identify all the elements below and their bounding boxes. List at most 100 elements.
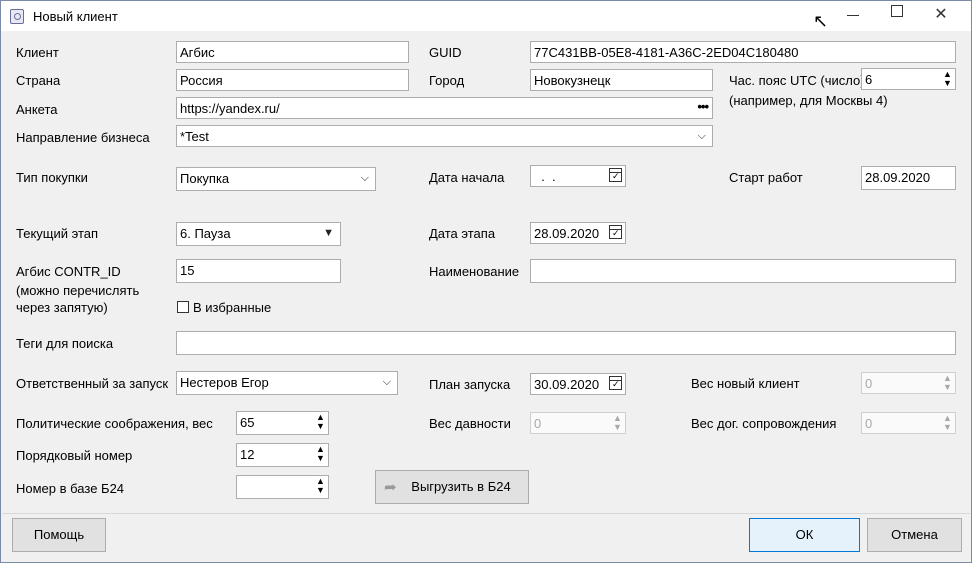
city-label: Город (429, 73, 465, 88)
timezone-value: 6 (865, 72, 873, 87)
launch-plan-value: 30.09.2020 (534, 377, 600, 392)
contr-id-input[interactable]: 15 (176, 259, 341, 283)
b24-number-label: Номер в базе Б24 (16, 481, 125, 496)
survey-value: https://yandex.ru/ (180, 101, 280, 116)
political-value: 65 (240, 415, 255, 430)
close-button[interactable]: ✕ (919, 1, 963, 31)
weight-age-stepper: 0 ▲ ▼ (530, 412, 626, 434)
ordinal-stepper[interactable]: 12 ▲ ▼ (236, 443, 329, 467)
favorite-checkbox[interactable] (177, 301, 189, 313)
spin-buttons[interactable]: ▲ ▼ (314, 476, 326, 496)
spin-buttons[interactable]: ▲ ▼ (314, 444, 326, 464)
guid-label: GUID (429, 45, 462, 60)
export-b24-button[interactable]: ➦ Выгрузить в Б24 (375, 470, 529, 504)
weight-new-label: Вес новый клиент (691, 376, 800, 391)
client-input[interactable]: Агбис (176, 41, 409, 63)
client-label: Клиент (16, 45, 59, 60)
new-client-dialog: Новый клиент ✕ ↖ Клиент Агбис GUID 77C43… (0, 0, 972, 563)
export-b24-label: Выгрузить в Б24 (411, 479, 511, 494)
calendar-icon[interactable] (609, 168, 622, 182)
responsible-select[interactable]: Нестеров Егор ⌵ (176, 371, 398, 395)
start-date-label: Дата начала (429, 170, 505, 185)
tags-label: Теги для поиска (16, 336, 114, 351)
purchase-type-select[interactable]: Покупка ⌵ (176, 167, 376, 191)
contr-id-hint-1: (можно перечислять (16, 283, 140, 298)
city-input[interactable]: Новокузнецк (530, 69, 713, 91)
business-select[interactable]: *Test ⌵ (176, 125, 713, 147)
spin-down-icon: ▼ (943, 382, 952, 392)
survey-input[interactable]: https://yandex.ru/ ••• (176, 97, 713, 119)
responsible-value: Нестеров Егор (180, 375, 269, 390)
responsible-label: Ответственный за запуск (16, 376, 169, 391)
current-stage-label: Текущий этап (16, 226, 99, 241)
window-title: Новый клиент (33, 9, 118, 24)
weight-contract-value: 0 (865, 416, 873, 431)
favorite-label: В избранные (193, 300, 272, 315)
weight-contract-label: Вес дог. сопровождения (691, 416, 837, 431)
help-button[interactable]: Помощь (12, 518, 106, 552)
weight-new-value: 0 (865, 376, 873, 391)
weight-new-stepper: 0 ▲ ▼ (861, 372, 956, 394)
weight-age-label: Вес давности (429, 416, 511, 431)
browse-button[interactable]: ••• (697, 99, 709, 114)
start-date-value: . . (534, 169, 556, 184)
contr-id-label: Агбис CONTR_ID (16, 264, 121, 279)
b24-number-stepper[interactable]: ▲ ▼ (236, 475, 329, 499)
guid-input[interactable]: 77C431BB-05E8-4181-A36C-2ED04C180480 (530, 41, 956, 63)
dropdown-arrow-icon: ▼ (323, 227, 334, 239)
stage-date-label: Дата этапа (429, 226, 496, 241)
spin-down-icon[interactable]: ▼ (943, 79, 952, 88)
ordinal-value: 12 (240, 447, 255, 462)
contr-id-hint-2: через запятую) (16, 300, 108, 315)
country-input[interactable]: Россия (176, 69, 409, 91)
cancel-button[interactable]: Отмена (867, 518, 962, 552)
footer-divider (2, 513, 970, 514)
maximize-button[interactable] (875, 1, 919, 31)
work-start-label: Старт работ (729, 170, 803, 185)
spin-down-icon: ▼ (613, 422, 622, 432)
tags-input[interactable] (176, 331, 956, 355)
app-icon (10, 9, 24, 24)
stage-date-picker[interactable]: 28.09.2020 (530, 222, 626, 244)
chevron-down-icon: ⌵ (697, 130, 706, 142)
title-bar: Новый клиент ✕ ↖ (1, 1, 971, 31)
purchase-type-label: Тип покупки (16, 170, 88, 185)
name-label: Наименование (429, 264, 520, 279)
share-arrow-icon: ➦ (384, 479, 397, 496)
spin-buttons[interactable]: ▲ ▼ (314, 412, 326, 432)
launch-plan-picker[interactable]: 30.09.2020 (530, 373, 626, 395)
survey-label: Анкета (16, 102, 58, 117)
spin-buttons: ▲ ▼ (941, 413, 953, 433)
timezone-label: Час. пояс UTC (число) (729, 73, 865, 88)
timezone-hint: (например, для Москвы 4) (729, 93, 888, 108)
weight-age-value: 0 (534, 416, 542, 431)
spin-down-icon[interactable]: ▼ (316, 454, 325, 463)
name-input[interactable] (530, 259, 956, 283)
ordinal-label: Порядковый номер (16, 448, 133, 463)
work-start-input[interactable]: 28.09.2020 (861, 166, 956, 190)
current-stage-value: 6. Пауза (180, 226, 231, 241)
business-value: *Test (180, 129, 209, 144)
stage-date-value: 28.09.2020 (534, 226, 600, 241)
spin-down-icon[interactable]: ▼ (316, 422, 325, 431)
start-date-picker[interactable]: . . (530, 165, 626, 187)
mouse-cursor-icon: ↖ (813, 11, 829, 31)
spin-buttons: ▲ ▼ (611, 413, 623, 433)
current-stage-select[interactable]: 6. Пауза ▼ (176, 222, 341, 246)
timezone-spin-buttons[interactable]: ▲ ▼ (941, 69, 953, 89)
political-stepper[interactable]: 65 ▲ ▼ (236, 411, 329, 435)
ok-button[interactable]: ОК (749, 518, 860, 552)
purchase-type-value: Покупка (180, 171, 230, 186)
weight-contract-stepper: 0 ▲ ▼ (861, 412, 956, 434)
spin-buttons: ▲ ▼ (941, 373, 953, 393)
spin-down-icon[interactable]: ▼ (316, 486, 325, 495)
timezone-stepper[interactable]: 6 ▲ ▼ (861, 68, 956, 90)
spin-down-icon: ▼ (943, 422, 952, 432)
minimize-button[interactable] (831, 1, 875, 31)
calendar-icon[interactable] (609, 376, 622, 390)
launch-plan-label: План запуска (429, 377, 511, 392)
country-label: Страна (16, 73, 61, 88)
business-label: Направление бизнеса (16, 130, 150, 145)
calendar-icon[interactable] (609, 225, 622, 239)
political-label: Политические соображения, вес (16, 416, 213, 431)
